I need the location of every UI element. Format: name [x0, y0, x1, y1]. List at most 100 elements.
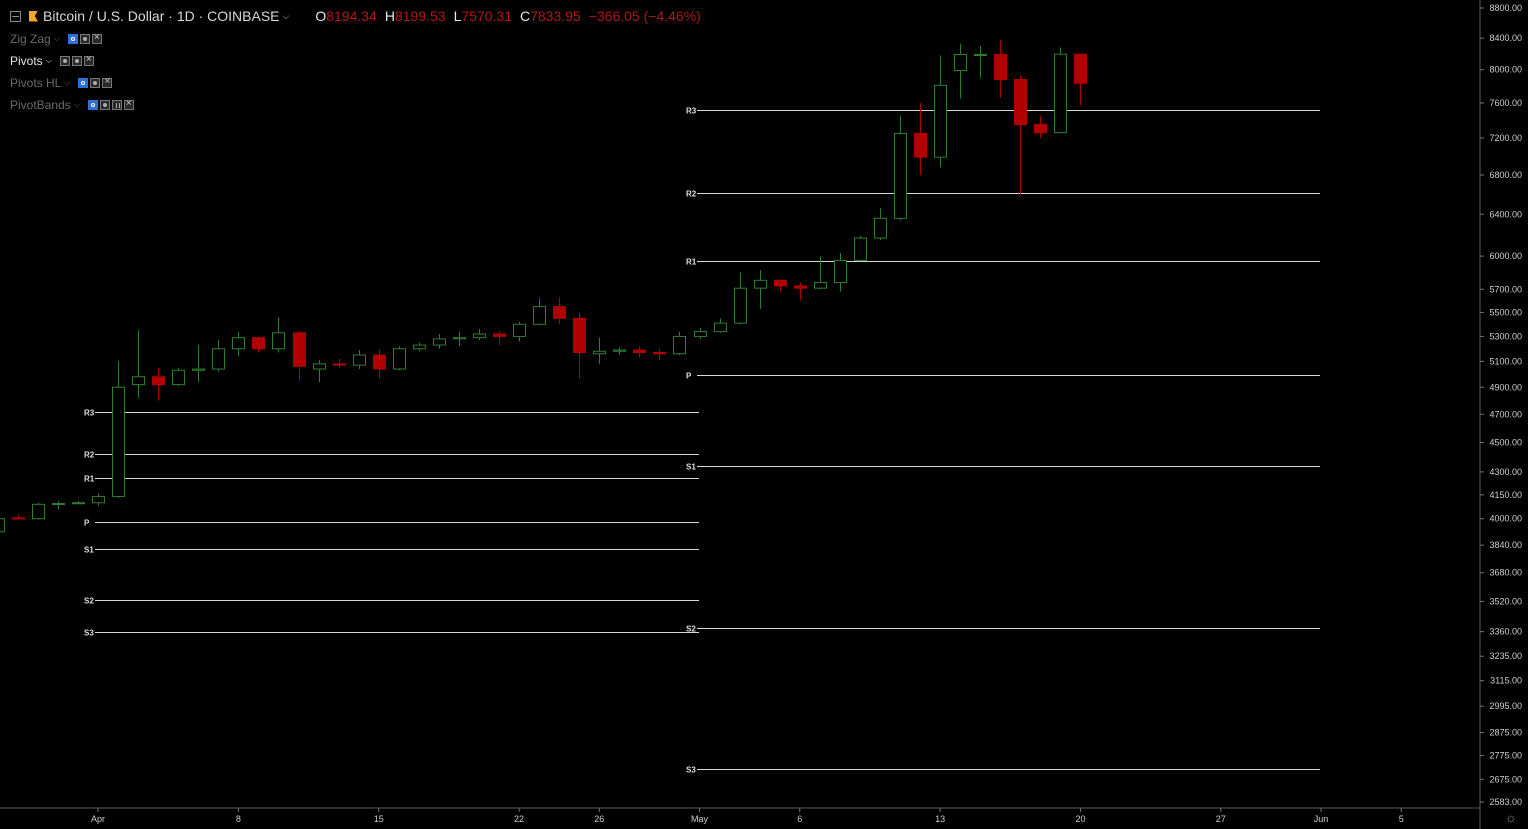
pivot-label: R3 [84, 409, 95, 418]
time-tick-label: 20 [1075, 814, 1085, 824]
chevron-down-icon[interactable]: ⌵ [54, 34, 60, 44]
price-tick-label: 4700.00 [1489, 409, 1522, 419]
indicator-pivots[interactable]: Pivots ⌵ [10, 53, 96, 69]
candle-body [754, 279, 767, 289]
pivot-label: R2 [84, 451, 95, 460]
collapse-icon[interactable] [10, 10, 21, 22]
candle-body [774, 279, 787, 287]
indicator-pivots-hl[interactable]: Pivots HL ⌵ [10, 75, 114, 91]
candle-body [132, 376, 145, 386]
candle-body [573, 317, 586, 354]
price-tick-label: 4500.00 [1489, 437, 1522, 447]
source-icon[interactable] [111, 100, 122, 110]
settings-icon[interactable] [99, 100, 110, 110]
price-tick-label: 8800.00 [1489, 3, 1522, 13]
candle-body [613, 349, 626, 352]
pivot-layer: R3 R2 R1 P S1 S2 S3 R3 R2 R1 P S1 S2 S3 [84, 107, 1320, 775]
ohlc-readout: O 8194.34 H 8199.53 L 7570.31 C 7833.95 −366… [315, 8, 708, 24]
candle-body [373, 354, 386, 370]
candle-body [92, 495, 105, 504]
indicator-zigzag[interactable]: Zig Zag ⌵ [10, 31, 104, 47]
time-tick-label: 15 [374, 814, 384, 824]
low-label: L [453, 8, 462, 24]
indicator-label[interactable]: Pivots [10, 54, 43, 68]
candle-body [1054, 53, 1067, 134]
candle-layer [0, 40, 1087, 533]
candle-body [1034, 124, 1047, 134]
candle-body [653, 352, 666, 355]
low-value: 7570.31 [461, 8, 512, 24]
indicator-label[interactable]: Zig Zag [10, 32, 51, 46]
candle-body [192, 368, 205, 371]
price-tick-label: 5700.00 [1489, 284, 1522, 294]
price-tick-label: 2583.00 [1489, 797, 1522, 807]
chevron-down-icon[interactable]: ⌵ [283, 11, 290, 22]
settings-icon[interactable] [71, 56, 82, 66]
candle-body [934, 84, 947, 158]
time-tick-label: 6 [797, 814, 802, 824]
pivot-label: S3 [84, 629, 94, 638]
price-tick-label: 6000.00 [1489, 251, 1522, 261]
candle-body [112, 386, 125, 497]
open-label: O [315, 8, 327, 24]
chevron-down-icon[interactable]: ⌵ [64, 78, 70, 88]
close-icon[interactable] [91, 32, 102, 44]
price-tick-label: 2995.00 [1489, 701, 1522, 711]
candle-body [152, 376, 165, 386]
candle-body [493, 333, 506, 337]
gear-icon[interactable]: ☼ [1504, 811, 1518, 825]
close-icon[interactable] [102, 76, 113, 88]
change-value: −366.05 (−4.46%) [588, 8, 701, 24]
candle-body [533, 306, 546, 325]
pivot-label: R1 [84, 475, 95, 484]
price-tick-label: 2675.00 [1489, 774, 1522, 784]
close-icon[interactable] [123, 98, 134, 110]
price-tick-label: 2775.00 [1489, 751, 1522, 761]
flag-icon[interactable] [29, 10, 38, 22]
candle-body [714, 322, 727, 333]
candle-body [974, 54, 987, 57]
price-tick-label: 5300.00 [1489, 331, 1522, 341]
pivot-label: R1 [686, 258, 697, 267]
visibility-icon[interactable] [87, 100, 98, 110]
symbol-title[interactable]: Bitcoin / U.S. Dollar · 1D · COINBASE [43, 8, 280, 24]
candle-body [313, 363, 326, 370]
price-tick-label: 5500.00 [1489, 307, 1522, 317]
pivot-label: S1 [686, 463, 696, 472]
candle-body [12, 517, 25, 520]
candle-body [814, 282, 827, 289]
candle-body [433, 338, 446, 346]
indicator-pivotbands[interactable]: PivotBands ⌵ [10, 97, 136, 113]
visibility-icon[interactable] [78, 78, 89, 88]
candle-body [553, 306, 566, 319]
settings-icon[interactable] [79, 34, 90, 44]
pivot-label: R2 [686, 190, 697, 199]
candle-body [734, 287, 747, 324]
pivot-label: P [84, 519, 90, 528]
price-axis[interactable]: 8800.00 8400.00 8000.00 7600.00 7200.00 6800.… [1479, 0, 1522, 829]
time-axis[interactable]: Apr 8 15 22 26 May 6 13 20 27 Jun 5 [0, 807, 1480, 824]
indicator-label[interactable]: Pivots HL [10, 76, 61, 90]
indicator-label[interactable]: PivotBands [10, 98, 71, 112]
candle-body [353, 354, 366, 366]
candle-body [954, 54, 967, 72]
high-label: H [384, 8, 395, 24]
price-tick-label: 5100.00 [1489, 356, 1522, 366]
price-tick-label: 3840.00 [1489, 540, 1522, 550]
price-tick-label: 3235.00 [1489, 651, 1522, 661]
price-tick-label: 7600.00 [1489, 98, 1522, 108]
chevron-down-icon[interactable]: ⌵ [74, 100, 80, 110]
candle-body [0, 518, 5, 533]
pivot-label: R3 [686, 107, 697, 116]
chevron-down-icon[interactable]: ⌵ [46, 56, 52, 66]
candle-body [694, 331, 707, 337]
candle-body [874, 217, 887, 239]
price-chart[interactable]: R3 R2 R1 P S1 S2 S3 R3 R2 R1 P S1 S2 S3 8800.00 8400.0… [0, 0, 1528, 829]
price-tick-label: 4150.00 [1489, 490, 1522, 500]
visibility-icon[interactable] [59, 56, 70, 66]
candle-body [393, 348, 406, 370]
close-icon[interactable] [83, 54, 94, 66]
visibility-icon[interactable] [67, 34, 78, 44]
candle-body [794, 285, 807, 289]
settings-icon[interactable] [90, 78, 101, 88]
